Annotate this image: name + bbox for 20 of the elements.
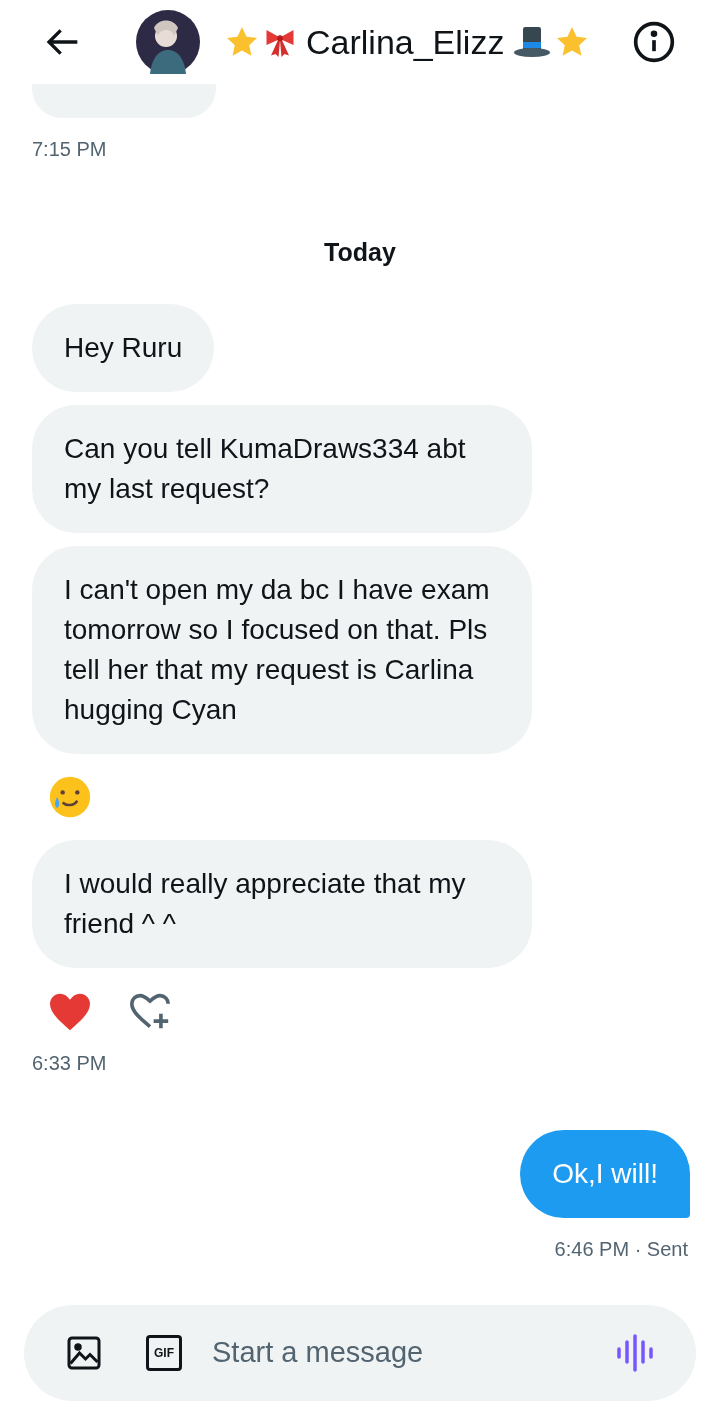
timestamp: 6:33 PM — [32, 1050, 108, 1076]
message-bubble: Can you tell KumaDraws334 abt my last request? — [32, 404, 532, 533]
smiling-tear-emoji-icon — [48, 774, 92, 819]
gif-button[interactable]: GIF — [146, 1335, 182, 1371]
heart-icon[interactable] — [48, 991, 92, 1032]
message-composer[interactable]: GIF Start a message — [24, 1305, 696, 1401]
day-separator: Today — [324, 237, 396, 268]
timestamp: 6:46 PM · Sent — [554, 1236, 688, 1262]
message-input[interactable]: Start a message — [212, 1331, 616, 1375]
contact-name: Carlina_Elizz — [306, 21, 505, 63]
message-bubble: Hey Ruru — [32, 303, 215, 392]
info-icon[interactable] — [632, 20, 676, 64]
message-bubble: I can't open my da bc I have exam tomorrow so I focused on that. Pls tell her that my request is Carlina hugging Cyan — [32, 545, 532, 754]
avatar[interactable] — [136, 10, 200, 74]
voice-icon[interactable] — [616, 1333, 654, 1373]
sent-message-bubble: Ok,I will! — [520, 1129, 690, 1218]
image-icon[interactable] — [66, 1335, 102, 1371]
timestamp: 7:15 PM — [32, 137, 108, 162]
message-bubble: I would really appreciate that my friend ^ ^ — [32, 839, 532, 968]
top-hat-icon — [512, 24, 553, 60]
